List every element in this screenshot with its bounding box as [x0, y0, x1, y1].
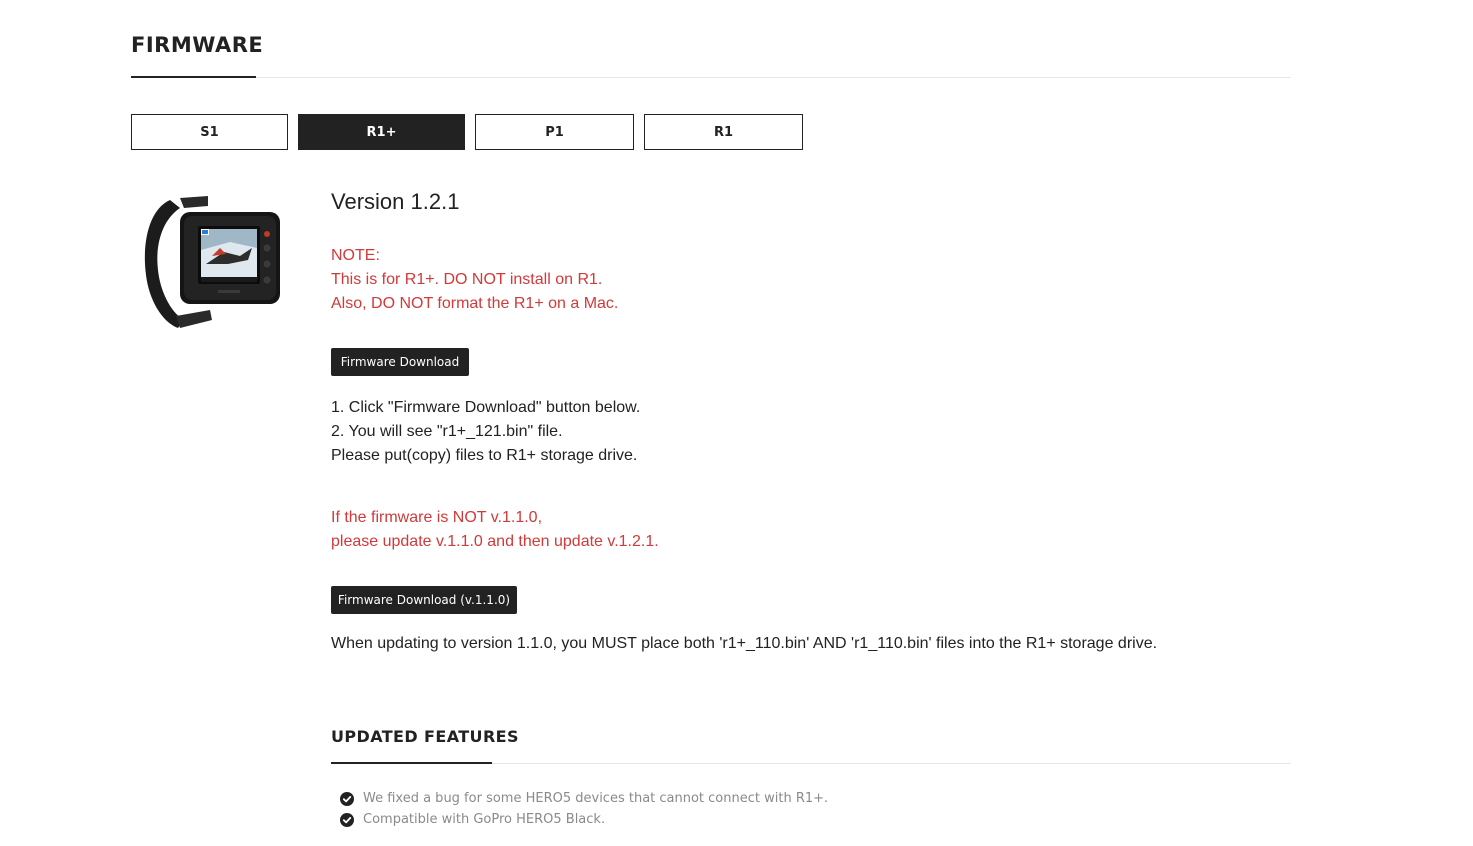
heading-divider [131, 77, 1291, 78]
heading-divider-accent [131, 76, 256, 78]
page-title: FIRMWARE [131, 33, 264, 57]
step-line: Please put(copy) files to R1+ storage dr… [331, 447, 638, 464]
tab-p1[interactable]: P1 [475, 114, 634, 150]
warning-line: please update v.1.1.0 and then update v.… [331, 533, 659, 550]
note-line: Also, DO NOT format the R1+ on a Mac. [331, 295, 619, 312]
features-divider-accent [331, 762, 492, 764]
tab-s1[interactable]: S1 [131, 114, 288, 150]
feature-text: Compatible with GoPro HERO5 Black. [363, 812, 606, 827]
list-item: Compatible with GoPro HERO5 Black. [340, 809, 828, 830]
warning-line: If the firmware is NOT v.1.1.0, [331, 509, 543, 526]
product-image [144, 196, 280, 328]
firmware-download-button[interactable]: Firmware Download [331, 348, 469, 376]
firmware-version: Version 1.2.1 [331, 189, 460, 214]
step-line: 2. You will see "r1+_121.bin" file. [331, 423, 563, 440]
feature-text: We fixed a bug for some HERO5 devices th… [363, 791, 829, 806]
step-line: 1. Click "Firmware Download" button belo… [331, 399, 641, 416]
list-item: We fixed a bug for some HERO5 devices th… [340, 788, 828, 809]
version-warning: If the firmware is NOT v.1.1.0, please u… [331, 506, 659, 554]
features-list: We fixed a bug for some HERO5 devices th… [340, 788, 828, 830]
check-circle-icon [340, 791, 354, 806]
install-note: NOTE: This is for R1+. DO NOT install on… [331, 244, 618, 316]
note-line: This is for R1+. DO NOT install on R1. [331, 271, 603, 288]
update-instruction: When updating to version 1.1.0, you MUST… [331, 635, 1158, 652]
tab-r1[interactable]: R1 [644, 114, 803, 150]
features-title: UPDATED FEATURES [331, 727, 519, 746]
note-line: NOTE: [331, 247, 380, 264]
install-steps: 1. Click "Firmware Download" button belo… [331, 396, 640, 468]
check-circle-icon [340, 812, 354, 827]
firmware-download-110-button[interactable]: Firmware Download (v.1.1.0) [331, 586, 517, 614]
tab-r1-plus[interactable]: R1+ [298, 114, 465, 150]
